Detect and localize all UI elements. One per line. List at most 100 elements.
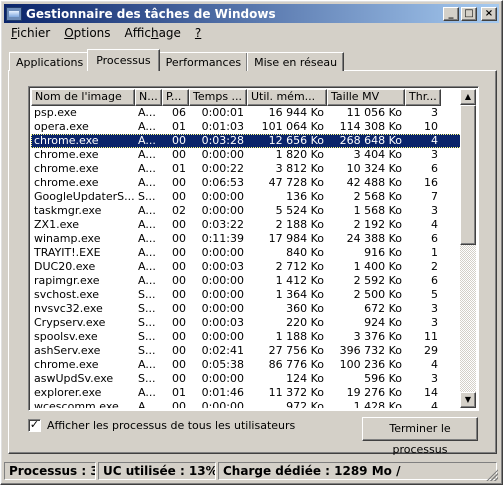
cell-cpu-time: 0:00:00 <box>201 372 244 385</box>
cell-image-name: chrome.exe <box>34 358 99 371</box>
cell-image-name: nvsvc32.exe <box>34 302 103 315</box>
tab-performances[interactable]: Performances <box>158 52 249 71</box>
table-row[interactable]: chrome.exe A... 01 0:00:22 3 812 Ko 10 324 Ko… <box>31 162 462 176</box>
cell-cpu: 00 <box>172 302 186 315</box>
column-header-user-name[interactable]: N... <box>135 89 162 106</box>
cell-cpu-time: 0:00:00 <box>201 302 244 315</box>
table-row[interactable]: nvsvc32.exe S... 00 0:00:00 360 Ko 672 Ko 3 <box>31 302 462 316</box>
cell-cpu-time: 0:05:38 <box>201 358 244 371</box>
tab-processus[interactable]: Processus <box>87 49 160 71</box>
column-header-cpu-time[interactable]: Temps ... <box>189 89 247 106</box>
tab-applications[interactable]: Applications <box>9 52 91 71</box>
cell-user-name: S... <box>138 316 156 329</box>
cell-threads: 10 <box>424 120 438 133</box>
task-manager-app-icon[interactable] <box>6 6 22 21</box>
cell-cpu: 00 <box>172 344 186 357</box>
scroll-up-arrow-icon[interactable]: ▲ <box>460 89 476 105</box>
show-all-users-option[interactable]: ✓ Afficher les processus de tous les uti… <box>28 419 295 432</box>
title-bar[interactable]: Gestionnaire des tâches de Windows _ □ × <box>4 4 499 23</box>
cell-vm-size: 19 276 Ko <box>346 386 402 399</box>
table-row[interactable]: GoogleUpdaterS... S... 00 0:00:00 136 Ko 2 56… <box>31 190 462 204</box>
table-row[interactable]: psp.exe A... 06 0:00:01 16 944 Ko 11 056 Ko 3 <box>31 106 462 120</box>
cell-vm-size: 596 Ko <box>364 372 402 385</box>
scroll-thumb[interactable] <box>460 105 476 245</box>
status-commit-charge: Charge dédiée : 1289 Mo / <box>218 462 497 480</box>
process-list[interactable]: Nom de l'image N... P... Temps ... Util.… <box>28 86 479 411</box>
cell-threads: 4 <box>431 218 438 231</box>
table-row[interactable]: Crypserv.exe S... 00 0:00:03 220 Ko 924 Ko 3 <box>31 316 462 330</box>
table-row[interactable]: winamp.exe A... 00 0:11:39 17 984 Ko 24 388 K… <box>31 232 462 246</box>
menu-accelerator: O <box>64 26 74 40</box>
table-row[interactable]: spoolsv.exe S... 00 0:00:00 1 188 Ko 3 376 Ko… <box>31 330 462 344</box>
cell-cpu-time: 0:00:00 <box>201 330 244 343</box>
cell-cpu: 00 <box>172 260 186 273</box>
table-row[interactable]: TRAYIT!.EXE A... 00 0:00:00 840 Ko 916 Ko 1 <box>31 246 462 260</box>
cell-threads: 1 <box>431 246 438 259</box>
cell-mem-usage: 16 944 Ko <box>268 106 324 119</box>
table-row[interactable]: explorer.exe A... 01 0:01:46 11 372 Ko 19 276… <box>31 386 462 400</box>
column-header-mem-usage[interactable]: Util. mém... <box>247 89 327 106</box>
cell-mem-usage: 101 064 Ko <box>261 120 324 133</box>
table-row[interactable]: chrome.exe A... 00 0:03:28 12 656 Ko 268 648 … <box>31 134 462 148</box>
cell-cpu: 00 <box>172 190 186 203</box>
cell-vm-size: 396 732 Ko <box>339 344 402 357</box>
cell-cpu-time: 0:00:00 <box>201 288 244 301</box>
table-row[interactable]: DUC20.exe A... 00 0:00:03 2 712 Ko 1 400 Ko 2 <box>31 260 462 274</box>
cell-image-name: ZX1.exe <box>34 218 80 231</box>
table-row[interactable]: taskmgr.exe A... 02 0:00:00 5 524 Ko 1 568 Ko… <box>31 204 462 218</box>
scroll-down-arrow-icon[interactable]: ▼ <box>460 392 476 408</box>
cell-user-name: A... <box>138 106 156 119</box>
cell-mem-usage: 2 712 Ko <box>275 260 324 273</box>
table-row[interactable]: chrome.exe A... 00 0:00:00 1 820 Ko 3 404 Ko 3 <box>31 148 462 162</box>
column-header-vm-size[interactable]: Taille MV <box>327 89 405 106</box>
table-row[interactable]: chrome.exe A... 00 0:05:38 86 776 Ko 100 236 … <box>31 358 462 372</box>
menu-options[interactable]: Options <box>57 26 117 40</box>
table-row[interactable]: aswUpdSv.exe S... 00 0:00:00 124 Ko 596 Ko 3 <box>31 372 462 386</box>
tab-mise-en-reseau[interactable]: Mise en réseau <box>247 52 345 71</box>
table-row[interactable]: opera.exe A... 01 0:01:03 101 064 Ko 114 308 … <box>31 120 462 134</box>
minimize-button[interactable]: _ <box>443 6 459 21</box>
cell-threads: 2 <box>431 260 438 273</box>
cell-user-name: S... <box>138 190 156 203</box>
cell-threads: 4 <box>431 400 438 408</box>
vertical-scrollbar[interactable]: ▲ ▼ <box>460 89 476 408</box>
menu-accelerator: ? <box>194 26 202 40</box>
table-row[interactable]: wcescomm.exe A... 00 0:00:00 972 Ko 1 428 Ko 4 <box>31 400 462 408</box>
menu-accelerator: h <box>150 26 159 40</box>
table-row[interactable]: rapimgr.exe A... 00 0:00:00 1 412 Ko 2 592 Ko… <box>31 274 462 288</box>
cell-vm-size: 3 404 Ko <box>353 148 402 161</box>
column-header-threads[interactable]: Thr... <box>405 89 441 106</box>
column-header-image-name[interactable]: Nom de l'image <box>31 89 135 106</box>
cell-mem-usage: 27 756 Ko <box>268 344 324 357</box>
cell-cpu: 00 <box>172 232 186 245</box>
cell-image-name: chrome.exe <box>34 162 99 175</box>
table-row[interactable]: chrome.exe A... 00 0:06:53 47 728 Ko 42 488 K… <box>31 176 462 190</box>
table-row[interactable]: ZX1.exe A... 00 0:03:22 2 188 Ko 2 192 Ko 4 <box>31 218 462 232</box>
cell-mem-usage: 1 188 Ko <box>275 330 324 343</box>
cell-threads: 5 <box>431 288 438 301</box>
cell-vm-size: 916 Ko <box>364 246 402 259</box>
cell-mem-usage: 360 Ko <box>286 302 324 315</box>
maximize-button[interactable]: □ <box>461 6 477 21</box>
end-process-button[interactable]: Terminer le processus <box>362 417 478 456</box>
menu-affichage[interactable]: Affichage <box>118 26 188 40</box>
cell-user-name: A... <box>138 260 156 273</box>
menu-label: Affic <box>124 26 151 40</box>
cell-vm-size: 11 056 Ko <box>346 106 402 119</box>
table-row[interactable]: svchost.exe S... 00 0:00:00 1 364 Ko 2 500 Ko… <box>31 288 462 302</box>
menu-fichier[interactable]: Fichier <box>4 26 57 40</box>
cell-cpu-time: 0:03:28 <box>201 134 244 147</box>
menu-help[interactable]: ? <box>188 26 208 40</box>
close-button[interactable]: × <box>481 6 497 21</box>
cell-image-name: wcescomm.exe <box>34 400 119 408</box>
show-all-users-checkbox[interactable]: ✓ <box>28 419 41 432</box>
column-header-cpu[interactable]: P... <box>162 89 189 106</box>
resize-grip[interactable] <box>486 469 498 481</box>
cell-vm-size: 924 Ko <box>364 316 402 329</box>
cell-mem-usage: 124 Ko <box>286 372 324 385</box>
table-row[interactable]: ashServ.exe S... 00 0:02:41 27 756 Ko 396 732… <box>31 344 462 358</box>
cell-cpu-time: 0:02:41 <box>201 344 244 357</box>
process-rows: psp.exe A... 06 0:00:01 16 944 Ko 11 056 Ko 3 o… <box>31 106 462 408</box>
cell-cpu: 00 <box>172 372 186 385</box>
cell-user-name: A... <box>138 134 156 147</box>
